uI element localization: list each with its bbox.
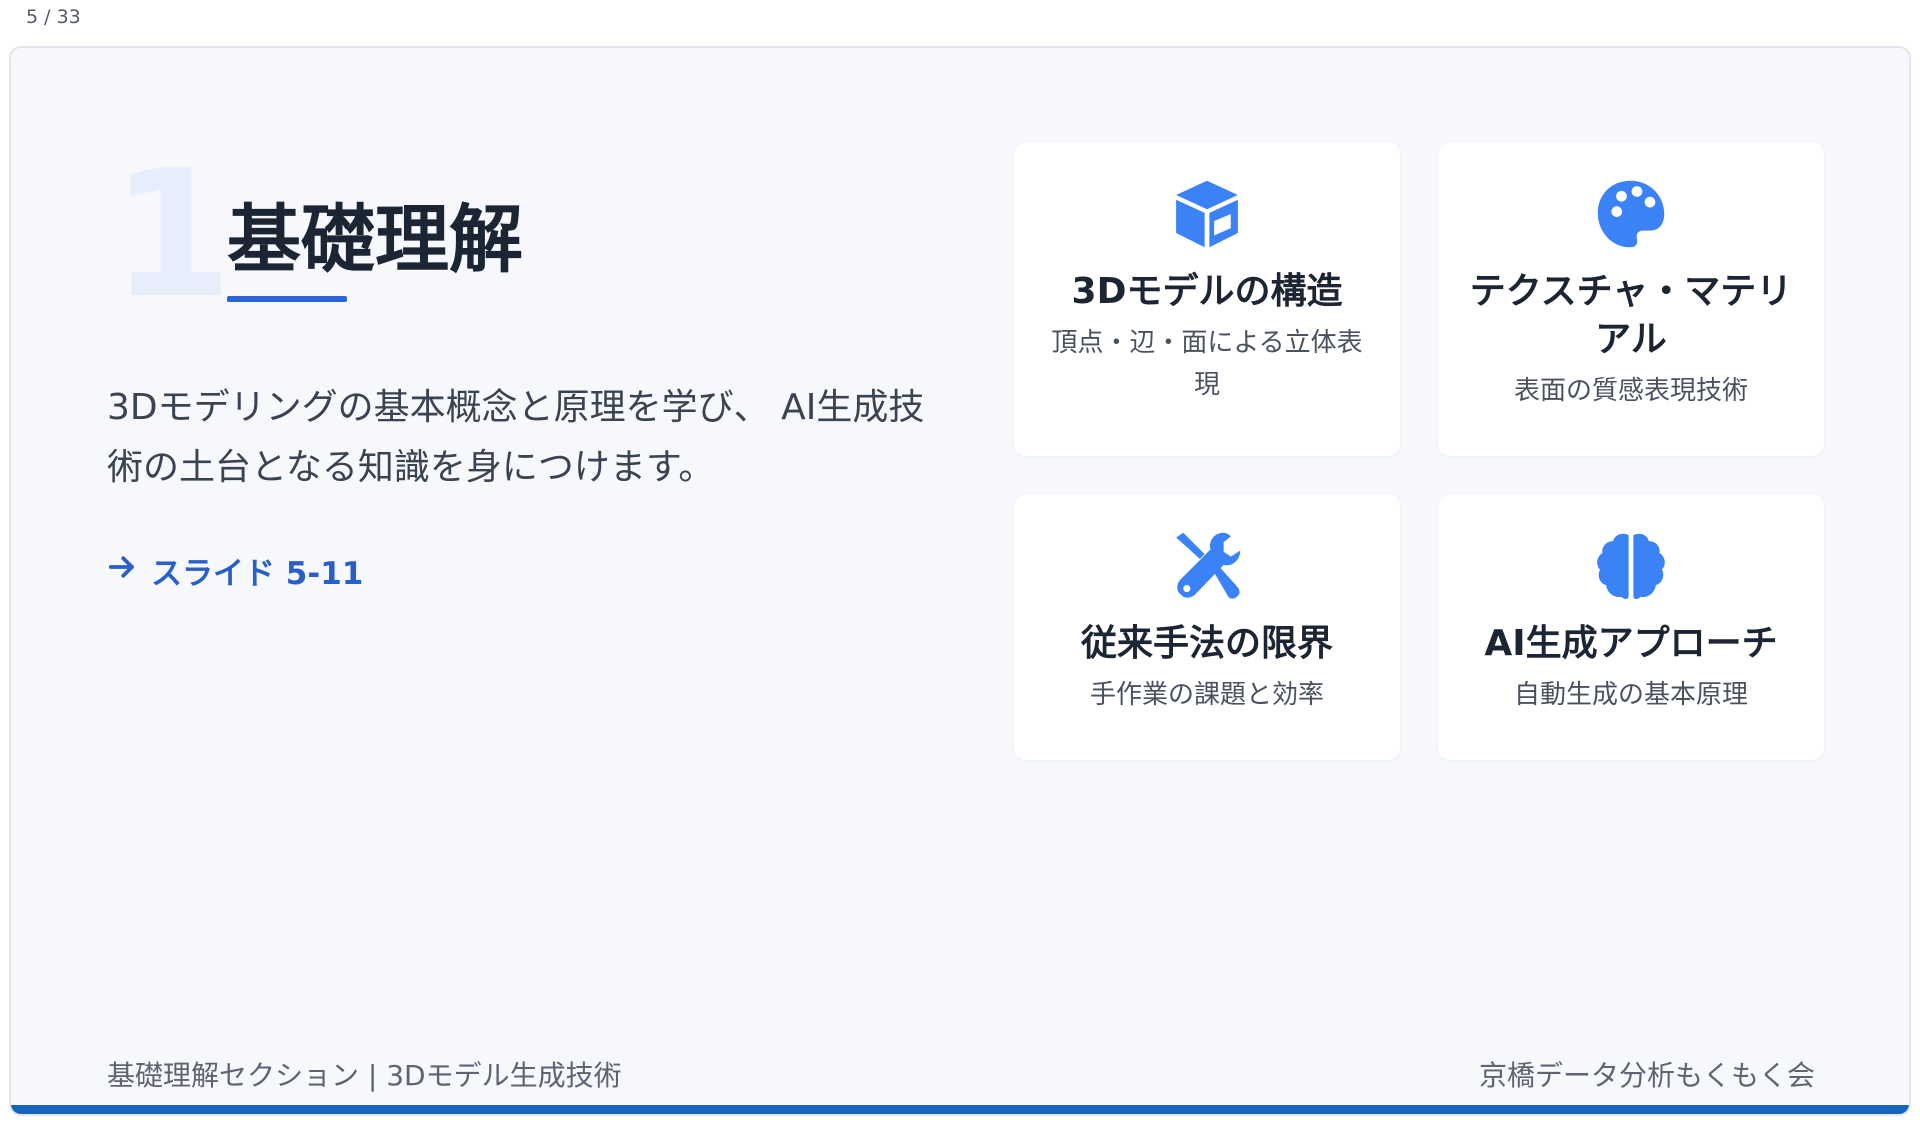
palette-icon (1593, 176, 1669, 252)
brain-icon (1593, 528, 1669, 604)
card-ai-approach: AI生成アプローチ 自動生成の基本原理 (1438, 494, 1824, 760)
section-description: 3Dモデリングの基本概念と原理を学び、 AI生成技術の土台となる知識を身につけま… (107, 387, 925, 488)
card-title: AI生成アプローチ (1484, 623, 1778, 664)
slide-counter: 5 / 33 (26, 6, 81, 28)
tools-icon (1169, 528, 1245, 604)
card-subtitle: 手作業の課題と効率 (1089, 680, 1324, 710)
slides-range-link[interactable]: スライド 5-11 (107, 548, 363, 593)
card-title: 従来手法の限界 (1080, 623, 1333, 664)
arrow-right-icon (107, 552, 137, 590)
card-traditional-limits: 従来手法の限界 手作業の課題と効率 (1014, 494, 1400, 760)
title-underline (227, 296, 347, 302)
slides-range-label: スライド 5-11 (151, 556, 364, 592)
card-texture-material: テクスチャ・マテリアル 表面の質感表現技術 (1438, 142, 1824, 456)
footer-section-label: 基礎理解セクション | 3Dモデル生成技術 (107, 1059, 622, 1092)
cube-icon (1169, 176, 1245, 252)
card-title: 3Dモデルの構造 (1071, 271, 1343, 312)
section-number: 1 (111, 134, 233, 337)
bottom-accent-bar (11, 1105, 1909, 1114)
card-subtitle: 頂点・辺・面による立体表現 (1051, 328, 1363, 400)
card-subtitle: 表面の質感表現技術 (1513, 376, 1748, 406)
section-title: 基礎理解 (227, 197, 523, 283)
slide: 1 基礎理解 3Dモデリングの基本概念と原理を学び、 AI生成技術の土台となる知… (9, 46, 1911, 1116)
card-3d-model-structure: 3Dモデルの構造 頂点・辺・面による立体表現 (1014, 142, 1400, 456)
footer-organizer: 京橋データ分析もくもく会 (1478, 1059, 1815, 1092)
card-title: テクスチャ・マテリアル (1469, 271, 1793, 360)
card-subtitle: 自動生成の基本原理 (1513, 680, 1748, 710)
